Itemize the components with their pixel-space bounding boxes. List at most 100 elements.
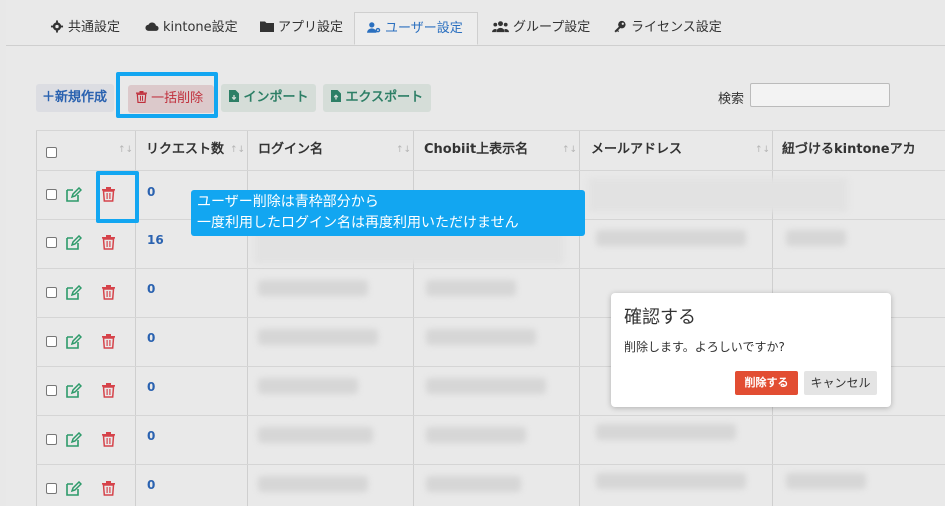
request-count: 0 bbox=[147, 478, 156, 492]
column-divider bbox=[413, 130, 414, 506]
row-checkbox[interactable] bbox=[46, 287, 57, 298]
user-settings-page: 共通設定 kintone設定 アプリ設定 ユーザー設定 グループ設定 ライセンス… bbox=[6, 0, 945, 506]
import-label: インポート bbox=[243, 90, 309, 105]
cancel-button[interactable]: キャンセル bbox=[804, 371, 877, 395]
trash-icon[interactable] bbox=[102, 432, 115, 447]
redacted-cell bbox=[426, 378, 546, 394]
request-count: 0 bbox=[147, 380, 156, 394]
tab-label: アプリ設定 bbox=[278, 20, 344, 35]
redacted-cell bbox=[258, 378, 358, 394]
redacted-cell bbox=[426, 329, 536, 345]
edit-icon[interactable] bbox=[66, 481, 82, 496]
tab-group-settings[interactable]: グループ設定 bbox=[492, 12, 590, 44]
trash-icon[interactable] bbox=[102, 383, 115, 398]
column-header-kintone-account[interactable]: 紐づけるkintoneアカ bbox=[782, 130, 916, 170]
new-button[interactable]: ＋新規作成 bbox=[36, 84, 114, 112]
export-button[interactable]: エクスポート bbox=[323, 84, 431, 112]
tab-label: kintone設定 bbox=[163, 20, 238, 35]
file-export-icon bbox=[331, 90, 341, 102]
row-checkbox[interactable] bbox=[46, 189, 57, 200]
row-divider bbox=[36, 170, 945, 171]
sort-icon[interactable]: ↑↓ bbox=[396, 130, 411, 170]
edit-icon[interactable] bbox=[66, 187, 82, 202]
confirm-dialog: 確認する 削除します。よろしいですか? 削除する キャンセル bbox=[611, 293, 891, 407]
edit-icon[interactable] bbox=[66, 383, 82, 398]
column-divider bbox=[36, 130, 37, 506]
dialog-message: 削除します。よろしいですか? bbox=[624, 340, 785, 354]
edit-icon[interactable] bbox=[66, 334, 82, 349]
redacted-cell bbox=[258, 329, 378, 345]
row-checkbox[interactable] bbox=[46, 434, 57, 445]
sort-icon[interactable]: ↑↓ bbox=[230, 130, 245, 170]
column-divider bbox=[247, 130, 248, 506]
column-header-display-name[interactable]: Chobiit上表示名 bbox=[424, 130, 528, 170]
redacted-cell bbox=[258, 280, 368, 296]
edit-icon[interactable] bbox=[66, 285, 82, 300]
redacted-cell bbox=[786, 473, 866, 489]
row-divider bbox=[36, 268, 945, 269]
tab-label: ユーザー設定 bbox=[385, 21, 463, 36]
tab-common-settings[interactable]: 共通設定 bbox=[50, 12, 120, 44]
column-divider bbox=[579, 130, 580, 506]
tab-bar: 共通設定 kintone設定 アプリ設定 ユーザー設定 グループ設定 ライセンス… bbox=[6, 12, 945, 46]
redacted-cell bbox=[426, 476, 521, 492]
redacted-cell bbox=[258, 476, 368, 492]
tab-user-settings[interactable]: ユーザー設定 bbox=[354, 12, 478, 45]
redacted-cell bbox=[596, 230, 746, 246]
row-checkbox[interactable] bbox=[46, 385, 57, 396]
trash-icon[interactable] bbox=[102, 481, 115, 496]
sort-icon[interactable]: ↑↓ bbox=[562, 130, 577, 170]
request-count: 0 bbox=[147, 331, 156, 345]
key-icon bbox=[614, 20, 626, 33]
folder-icon bbox=[260, 21, 274, 32]
import-button[interactable]: インポート bbox=[221, 84, 316, 112]
file-import-icon bbox=[229, 90, 239, 102]
redacted-cell bbox=[596, 424, 736, 440]
users-icon bbox=[492, 21, 509, 33]
select-all-checkbox[interactable] bbox=[46, 147, 57, 158]
row-checkbox[interactable] bbox=[46, 483, 57, 494]
column-header-email[interactable]: メールアドレス bbox=[591, 130, 682, 170]
annotation-line: ユーザー削除は青枠部分から bbox=[197, 194, 379, 210]
dialog-title: 確認する bbox=[624, 307, 696, 328]
user-gear-icon bbox=[367, 22, 381, 33]
request-count: 0 bbox=[147, 282, 156, 296]
tab-kintone-settings[interactable]: kintone設定 bbox=[145, 12, 238, 44]
request-count: 16 bbox=[147, 233, 164, 247]
sort-icon[interactable]: ↑↓ bbox=[118, 130, 133, 170]
row-divider bbox=[36, 415, 945, 416]
row-checkbox[interactable] bbox=[46, 336, 57, 347]
tab-label: ライセンス設定 bbox=[631, 20, 722, 35]
trash-icon[interactable] bbox=[102, 235, 115, 250]
redacted-cell bbox=[258, 427, 373, 443]
trash-icon[interactable] bbox=[102, 334, 115, 349]
cloud-icon bbox=[145, 22, 159, 31]
redacted-cell bbox=[426, 280, 516, 296]
trash-icon[interactable] bbox=[102, 285, 115, 300]
tab-label: グループ設定 bbox=[513, 20, 591, 35]
request-count: 0 bbox=[147, 429, 156, 443]
edit-icon[interactable] bbox=[66, 235, 82, 250]
row-checkbox[interactable] bbox=[46, 237, 57, 248]
column-header-login-name[interactable]: ログイン名 bbox=[258, 130, 323, 170]
export-label: エクスポート bbox=[345, 90, 424, 105]
redacted-cell bbox=[786, 230, 846, 246]
row-divider bbox=[36, 464, 945, 465]
annotation-callout: ユーザー削除は青枠部分から 一度利用したログイン名は再度利用いただけません bbox=[191, 190, 585, 236]
gear-icon bbox=[50, 20, 64, 33]
request-count: 0 bbox=[147, 185, 156, 199]
tab-app-settings[interactable]: アプリ設定 bbox=[260, 12, 343, 44]
redacted-cell bbox=[596, 473, 746, 489]
tab-label: 共通設定 bbox=[68, 20, 121, 35]
search-label: 検索 bbox=[718, 92, 745, 107]
redacted-cell bbox=[426, 427, 526, 443]
column-header-requests[interactable]: リクエスト数 bbox=[146, 130, 224, 170]
sort-icon[interactable]: ↑↓ bbox=[755, 130, 770, 170]
tab-license-settings[interactable]: ライセンス設定 bbox=[613, 12, 722, 44]
edit-icon[interactable] bbox=[66, 432, 82, 447]
search-input[interactable] bbox=[750, 83, 890, 107]
row-delete-highlight-frame bbox=[96, 171, 139, 223]
confirm-delete-button[interactable]: 削除する bbox=[735, 371, 798, 395]
bulk-delete-highlight-frame bbox=[116, 72, 218, 118]
annotation-line: 一度利用したログイン名は再度利用いただけません bbox=[197, 215, 519, 231]
